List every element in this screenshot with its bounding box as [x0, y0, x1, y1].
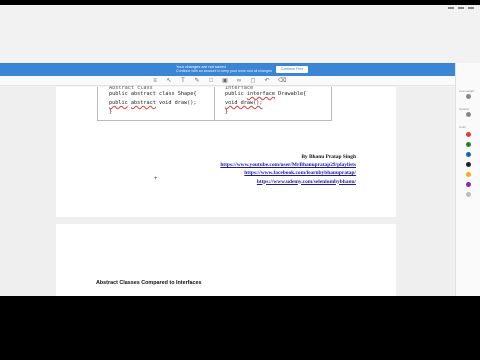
editor-toolbar: ≡ ↖ T ✎ □ ▣ ∞ ◻ ↶ ⌫: [0, 76, 455, 86]
color-label: Color: [459, 125, 467, 129]
image-icon[interactable]: ▣: [222, 78, 228, 84]
comparison-table: Abstract class public abstract class Sha…: [97, 86, 332, 121]
continue-button[interactable]: Continue Free: [276, 66, 308, 73]
pen-icon[interactable]: ✎: [194, 78, 200, 84]
line-weight-swatch[interactable]: [466, 94, 471, 99]
line-weight-label: Line weight: [459, 89, 475, 93]
window-controls[interactable]: [448, 7, 474, 9]
close-icon[interactable]: [468, 7, 474, 9]
unsaved-banner: Your changes are not saved Continue with…: [0, 63, 455, 76]
letterbox-bottom: [0, 296, 480, 360]
shape-icon[interactable]: □: [208, 78, 214, 84]
youtube-link[interactable]: https://www.youtube.com/user/MrBhanuprat…: [220, 161, 356, 169]
facebook-link[interactable]: https://www.facebook.com/learnbybhanupra…: [220, 169, 356, 177]
code-line: }: [109, 109, 113, 115]
undo-icon[interactable]: ↶: [264, 78, 270, 84]
code-line: public abstract class Shape{: [109, 91, 197, 97]
abstract-class-cell: Abstract class public abstract class Sha…: [109, 86, 196, 117]
section-heading: Abstract Classes Compared to Interfaces: [96, 280, 202, 286]
code-line: }: [225, 109, 229, 115]
opacity-label: Opacity: [459, 107, 470, 111]
maximize-icon[interactable]: [458, 7, 464, 9]
crosshair-cursor-icon: +: [154, 176, 158, 182]
trash-icon[interactable]: ⌫: [278, 78, 286, 84]
banner-subtitle: Continue with an account to keep your wo…: [176, 69, 272, 73]
pointer-icon[interactable]: ↖: [166, 78, 172, 84]
link-icon[interactable]: ∞: [236, 78, 242, 84]
code-line: public abstract void draw();: [109, 100, 197, 106]
udemy-link[interactable]: https://www.udemy.com/seleniumbybhanu/: [220, 178, 356, 186]
opacity-swatch[interactable]: [466, 112, 471, 117]
pdf-editor: Your changes are not saved Continue with…: [0, 63, 480, 296]
author-block: By Bhanu Pratap Singh https://www.youtub…: [220, 153, 356, 186]
comment-icon[interactable]: ◻: [250, 78, 256, 84]
document-canvas[interactable]: Abstract class public abstract class Sha…: [0, 86, 455, 296]
code-line: void draw();: [225, 100, 263, 106]
color-swatch-green[interactable]: [466, 142, 471, 147]
author-name: By Bhanu Pratap Singh: [301, 154, 356, 160]
color-swatch-blue[interactable]: [466, 152, 471, 157]
browser-chrome: [0, 5, 480, 63]
minimize-icon[interactable]: [448, 7, 454, 9]
color-swatch-yellow[interactable]: [466, 172, 471, 177]
document-page[interactable]: Abstract class public abstract class Sha…: [56, 86, 396, 217]
color-swatch-gray[interactable]: [466, 192, 471, 197]
video-frame: Your changes are not saved Continue with…: [0, 0, 480, 360]
code-line: public interface Drawable{: [225, 91, 307, 97]
interface-cell: Interface public interface Drawable{ voi…: [225, 86, 306, 117]
menu-icon[interactable]: ≡: [152, 78, 158, 84]
text-icon[interactable]: T: [180, 78, 186, 84]
color-swatch-red[interactable]: [466, 132, 471, 137]
document-page-2[interactable]: Abstract Classes Compared to Interfaces: [56, 224, 396, 296]
properties-panel: Line weight Opacity Color: [455, 63, 480, 296]
color-swatch-black[interactable]: [466, 162, 471, 167]
color-swatch-purple[interactable]: [466, 182, 471, 187]
